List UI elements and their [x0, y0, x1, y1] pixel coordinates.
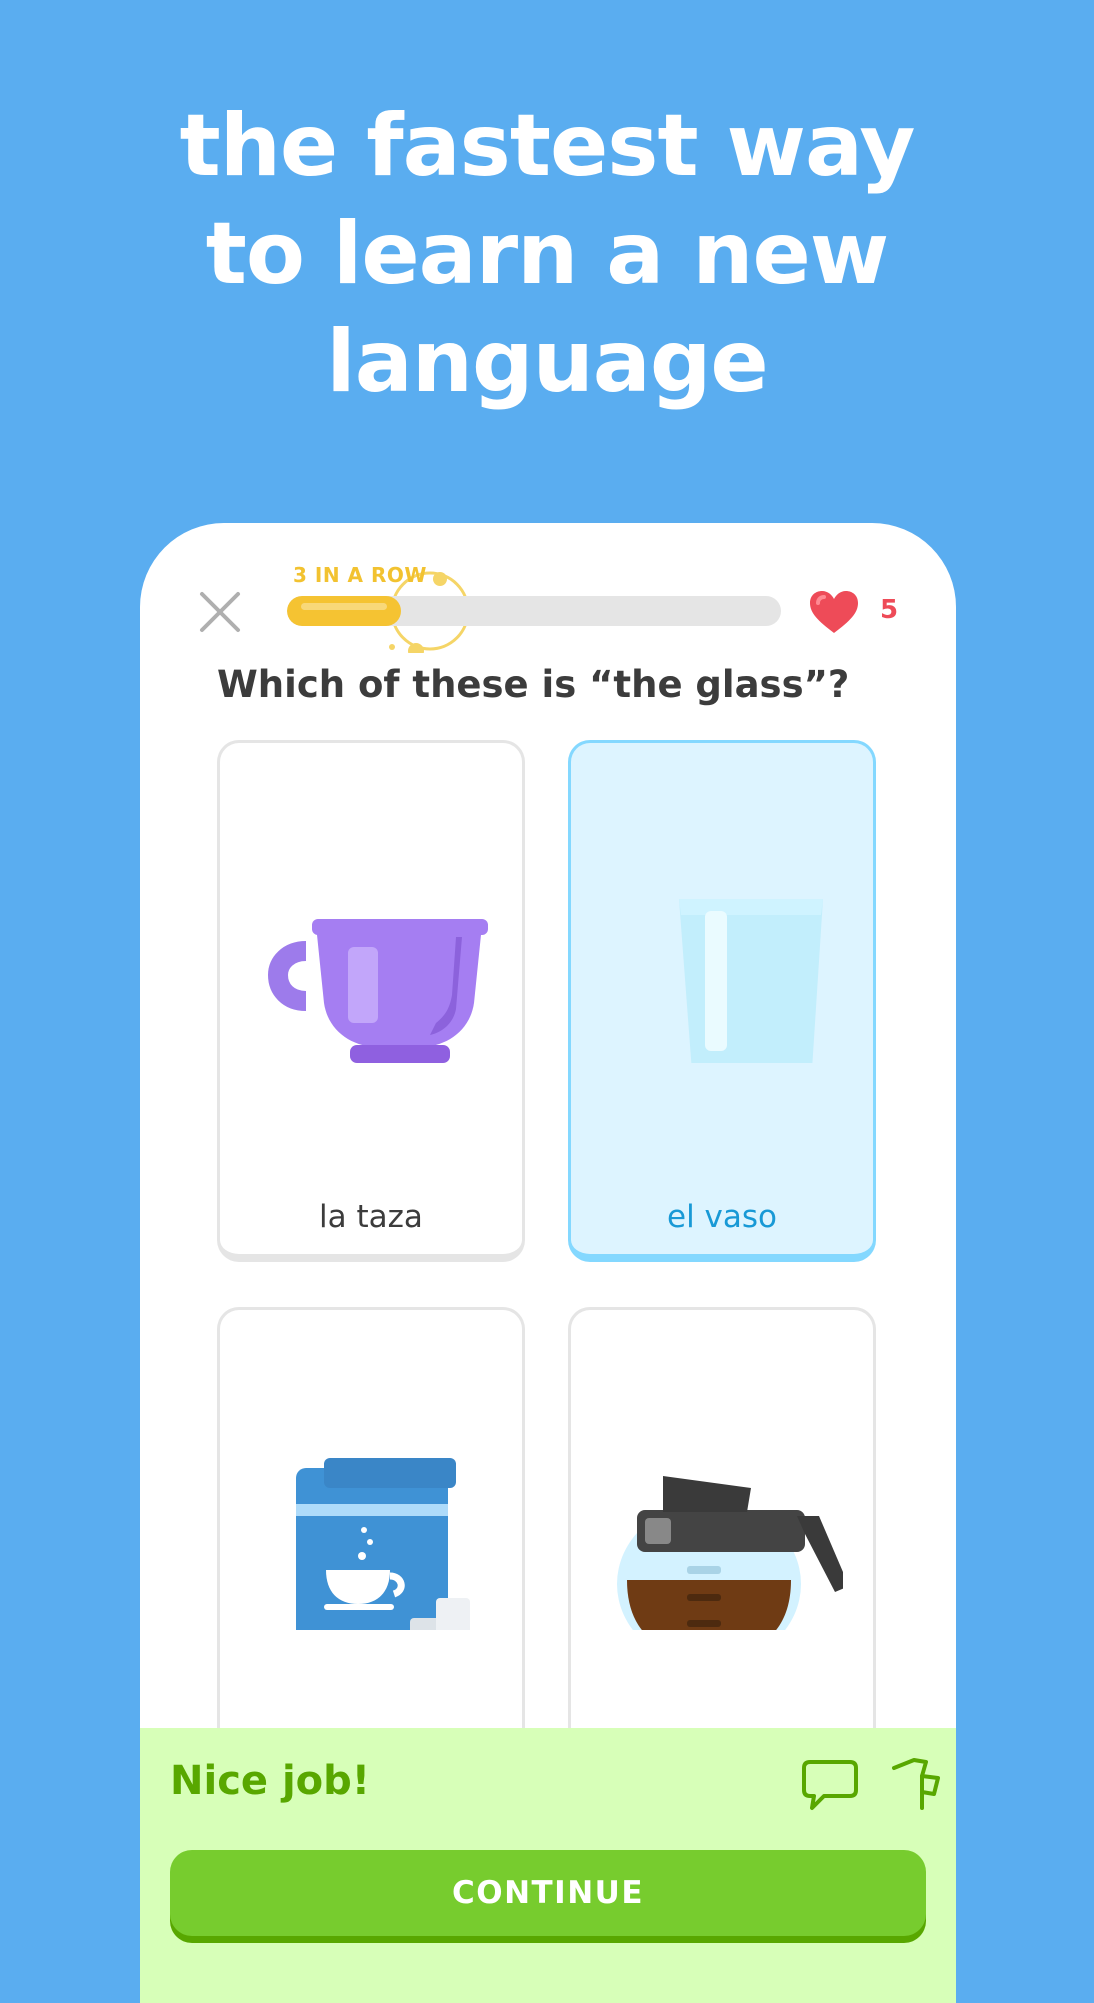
purple-cup-icon — [267, 919, 488, 1063]
feedback-panel: Nice job! CONTINUE — [140, 1728, 956, 2003]
question-prompt: Which of these is “the glass”? — [217, 663, 850, 706]
headline-line-3: language — [326, 312, 768, 412]
report-flag-icon[interactable] — [886, 1756, 942, 1810]
hearts-count: 5 — [880, 595, 899, 625]
comment-icon[interactable] — [802, 1758, 858, 1812]
close-icon[interactable] — [196, 588, 244, 636]
progress-fill — [287, 596, 401, 626]
choice-label-el-vaso: el vaso — [667, 1199, 777, 1235]
choice-card-el-vaso[interactable]: el vaso — [568, 740, 876, 1262]
coffee-bag-icon — [296, 1458, 470, 1630]
phone-screen: 3 IN A ROW 5 Which of these is “the glas… — [140, 523, 956, 2003]
feedback-message: Nice job! — [170, 1758, 371, 1804]
choice-label-la-taza: la taza — [319, 1199, 423, 1235]
headline-line-2: to learn a new — [205, 204, 890, 304]
continue-button[interactable]: CONTINUE — [170, 1850, 926, 1936]
choice-card-la-taza[interactable]: la taza — [217, 740, 525, 1262]
streak-label: 3 IN A ROW — [293, 563, 427, 587]
progress-bar — [287, 596, 781, 626]
headline: the fastest way to learn a new language — [0, 92, 1094, 416]
coffee-pot-icon — [617, 1476, 843, 1630]
headline-line-1: the fastest way — [179, 96, 916, 196]
glass-icon — [679, 899, 823, 1063]
heart-icon — [810, 591, 858, 633]
